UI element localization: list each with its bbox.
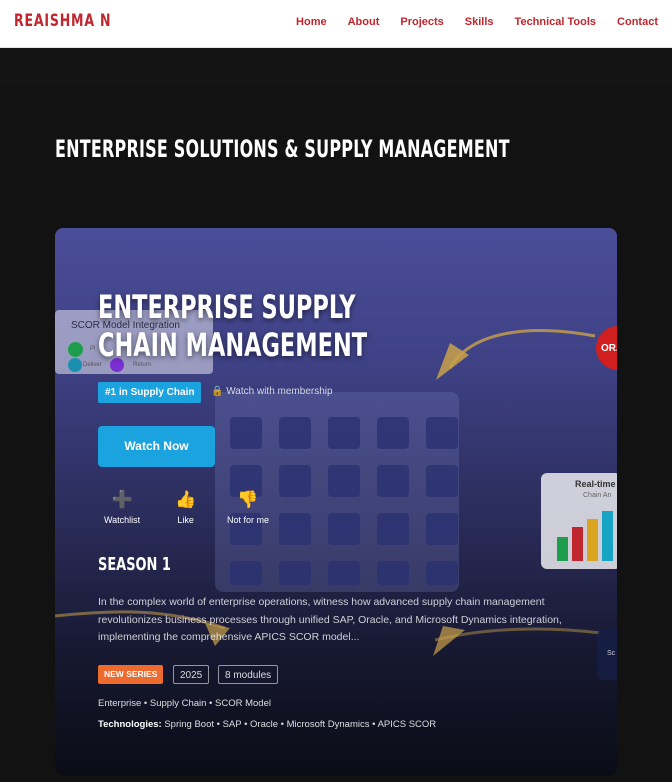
nav-menu: Home About Projects Skills Technical Too… xyxy=(296,16,658,28)
not-for-me-label: Not for me xyxy=(227,515,270,525)
technologies-list: Spring Boot • SAP • Oracle • Microsoft D… xyxy=(161,719,437,730)
nav-link-skills[interactable]: Skills xyxy=(465,16,494,28)
site-logo[interactable]: REAISHMA N xyxy=(14,11,111,31)
watchlist-label: Watchlist xyxy=(104,515,141,525)
technologies-label: Technologies: xyxy=(98,719,162,730)
watchlist-button[interactable]: ➕ Watchlist xyxy=(104,490,140,525)
top-band xyxy=(0,49,672,87)
membership-note: 🔒 Watch with membership xyxy=(211,386,333,397)
nav-link-projects[interactable]: Projects xyxy=(400,16,443,28)
nav-link-home[interactable]: Home xyxy=(296,16,327,28)
section-title: ENTERPRISE SOLUTIONS & SUPPLY MANAGEMENT xyxy=(55,135,510,163)
nav-link-contact[interactable]: Contact xyxy=(617,16,658,28)
plus-icon: ➕ xyxy=(111,490,133,509)
thumbs-up-icon: 👍 xyxy=(175,490,197,509)
series-card[interactable]: SCOR Model Integration Pl Deliver Return… xyxy=(55,228,617,776)
technologies-line: Technologies: Spring Boot • SAP • Oracle… xyxy=(98,719,436,730)
top-nav: REAISHMA N Home About Projects Skills Te… xyxy=(0,0,672,48)
rank-badge: #1 in Supply Chain xyxy=(98,382,202,403)
series-description: In the complex world of enterprise opera… xyxy=(98,596,562,643)
year-badge: 2025 xyxy=(173,665,210,684)
like-label: Like xyxy=(177,515,194,525)
like-button[interactable]: 👍 Like xyxy=(175,490,196,525)
genre-list: Enterprise • Supply Chain • SCOR Model xyxy=(98,698,271,709)
thumbs-down-icon: 👎 xyxy=(237,490,259,509)
modules-badge: 8 modules xyxy=(218,665,279,684)
nav-link-about[interactable]: About xyxy=(348,16,380,28)
card-content: ENTERPRISE SUPPLY CHAIN MANAGEMENT #1 in… xyxy=(55,228,617,776)
watch-now-button[interactable]: Watch Now xyxy=(98,426,215,467)
new-series-badge: NEW SERIES xyxy=(98,665,164,684)
series-title: ENTERPRISE SUPPLY CHAIN MANAGEMENT xyxy=(98,288,368,364)
not-for-me-button[interactable]: 👎 Not for me xyxy=(227,490,269,525)
season-heading: SEASON 1 xyxy=(98,554,171,575)
nav-link-technical-tools[interactable]: Technical Tools xyxy=(515,16,597,28)
